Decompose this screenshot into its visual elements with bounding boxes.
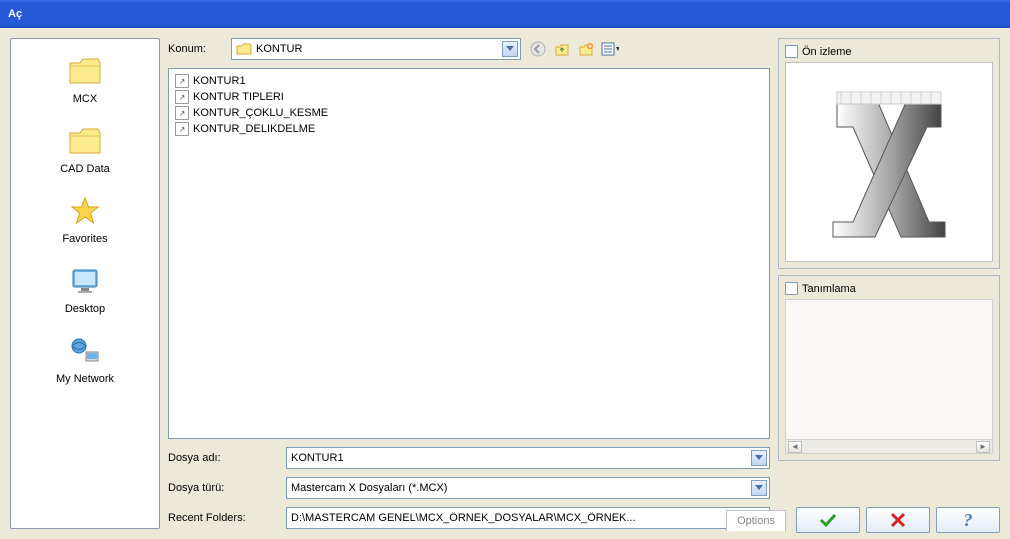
horizontal-scrollbar[interactable]: ◄ ►: [786, 439, 992, 453]
description-checkbox-row[interactable]: Tanımlama: [785, 282, 993, 295]
options-tab[interactable]: Options: [726, 510, 786, 531]
cross-icon: [890, 512, 906, 528]
file-name: KONTUR TIPLERI: [193, 91, 284, 103]
check-icon: [818, 512, 838, 528]
sidebar-item-desktop[interactable]: Desktop: [15, 259, 155, 319]
content-area: MCX CAD Data Favorites Desktop My Networ…: [0, 28, 1010, 539]
filetype-dropdown[interactable]: Mastercam X Dosyaları (*.MCX): [286, 477, 770, 499]
filename-label: Dosya adı:: [168, 452, 278, 464]
file-item[interactable]: ↗ KONTUR1: [173, 73, 765, 89]
titlebar: Aç: [0, 0, 1010, 28]
description-panel: Tanımlama ◄ ►: [778, 275, 1000, 461]
filename-value: KONTUR1: [291, 452, 344, 464]
recent-folders-label: Recent Folders:: [168, 512, 278, 524]
preview-checkbox-row[interactable]: Ön izleme: [785, 45, 993, 58]
filetype-row: Dosya türü: Mastercam X Dosyaları (*.MCX…: [168, 477, 770, 499]
scroll-left-icon[interactable]: ◄: [788, 441, 802, 453]
file-item[interactable]: ↗ KONTUR_ÇOKLU_KESME: [173, 105, 765, 121]
bottom-toolbar: Options ?: [726, 507, 1000, 533]
star-icon: [67, 193, 103, 229]
view-menu-icon[interactable]: [601, 40, 619, 58]
file-item[interactable]: ↗ KONTUR_DELIKDELME: [173, 121, 765, 137]
file-name: KONTUR_ÇOKLU_KESME: [193, 107, 328, 119]
description-checkbox[interactable]: [785, 282, 798, 295]
description-label: Tanımlama: [802, 283, 856, 295]
file-icon: ↗: [175, 90, 189, 104]
filename-row: Dosya adı: KONTUR1: [168, 447, 770, 469]
file-name: KONTUR1: [193, 75, 246, 87]
location-value: KONTUR: [256, 43, 302, 55]
back-icon[interactable]: [529, 40, 547, 58]
file-list[interactable]: ↗ KONTUR1 ↗ KONTUR TIPLERI ↗ KONTUR_ÇOKL…: [168, 68, 770, 439]
right-panel: Ön izleme Tanımlama: [778, 38, 1000, 529]
filetype-label: Dosya türü:: [168, 482, 278, 494]
up-folder-icon[interactable]: [553, 40, 571, 58]
preview-label: Ön izleme: [802, 46, 852, 58]
filetype-value: Mastercam X Dosyaları (*.MCX): [291, 482, 447, 494]
location-row: Konum: KONTUR: [168, 38, 770, 60]
preview-image: [785, 62, 993, 262]
network-icon: [67, 333, 103, 369]
file-icon: ↗: [175, 106, 189, 120]
file-icon: ↗: [175, 74, 189, 88]
ok-button[interactable]: [796, 507, 860, 533]
sidebar-item-label: MCX: [73, 93, 97, 105]
sidebar-item-mcx[interactable]: MCX: [15, 49, 155, 109]
file-name: KONTUR_DELIKDELME: [193, 123, 315, 135]
sidebar-item-caddata[interactable]: CAD Data: [15, 119, 155, 179]
window-title: Aç: [8, 8, 22, 20]
options-label: Options: [737, 515, 775, 527]
file-icon: ↗: [175, 122, 189, 136]
desktop-icon: [67, 263, 103, 299]
center-panel: Konum: KONTUR ↗ KONTUR1 ↗ KONTUR TIPLERI: [168, 38, 770, 529]
filename-input[interactable]: KONTUR1: [286, 447, 770, 469]
location-label: Konum:: [168, 43, 223, 55]
sidebar: MCX CAD Data Favorites Desktop My Networ…: [10, 38, 160, 529]
chevron-down-icon: [751, 450, 767, 466]
question-icon: ?: [964, 510, 973, 531]
file-item[interactable]: ↗ KONTUR TIPLERI: [173, 89, 765, 105]
sidebar-item-label: CAD Data: [60, 163, 110, 175]
recent-folders-dropdown[interactable]: D:\MASTERCAM GENEL\MCX_ÖRNEK_DOSYALAR\MC…: [286, 507, 770, 529]
help-button[interactable]: ?: [936, 507, 1000, 533]
sidebar-item-favorites[interactable]: Favorites: [15, 189, 155, 249]
preview-checkbox[interactable]: [785, 45, 798, 58]
sidebar-item-label: Desktop: [65, 303, 105, 315]
preview-panel: Ön izleme: [778, 38, 1000, 269]
scroll-right-icon[interactable]: ►: [976, 441, 990, 453]
recent-folders-row: Recent Folders: D:\MASTERCAM GENEL\MCX_Ö…: [168, 507, 770, 529]
description-textarea: ◄ ►: [785, 299, 993, 454]
sidebar-item-label: My Network: [56, 373, 114, 385]
cancel-button[interactable]: [866, 507, 930, 533]
folder-icon: [67, 53, 103, 89]
nav-toolbar: [529, 40, 619, 58]
folder-icon: [67, 123, 103, 159]
recent-folders-value: D:\MASTERCAM GENEL\MCX_ÖRNEK_DOSYALAR\MC…: [291, 512, 636, 524]
chevron-down-icon: [502, 41, 518, 57]
sidebar-item-mynetwork[interactable]: My Network: [15, 329, 155, 389]
location-dropdown[interactable]: KONTUR: [231, 38, 521, 60]
new-folder-icon[interactable]: [577, 40, 595, 58]
sidebar-item-label: Favorites: [62, 233, 107, 245]
chevron-down-icon: [751, 480, 767, 496]
